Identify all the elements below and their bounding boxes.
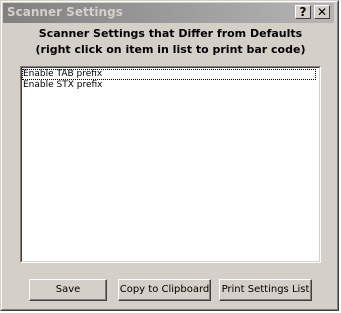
listbox-inner-border <box>21 67 320 262</box>
list-item-enable-tab-prefix[interactable]: Enable TAB prefix <box>22 69 316 80</box>
settings-listbox[interactable]: Enable TAB prefix Enable STX prefix <box>20 66 321 263</box>
question-mark-icon: ? <box>299 5 307 19</box>
save-button[interactable]: Save <box>29 279 107 301</box>
close-button[interactable]: ✕ <box>314 5 330 19</box>
help-button[interactable]: ? <box>295 5 311 19</box>
close-icon: ✕ <box>316 5 328 19</box>
header-title: Scanner Settings that Differ from Defaul… <box>38 27 303 40</box>
copy-to-clipboard-button[interactable]: Copy to Clipboard <box>118 279 211 301</box>
scanner-settings-dialog: Scanner Settings ? ✕ Scanner Settings th… <box>0 0 339 311</box>
print-settings-list-button[interactable]: Print Settings List <box>219 279 312 301</box>
title-bar[interactable]: Scanner Settings ? ✕ <box>3 3 334 23</box>
header-instructions: (right click on item in list to print ba… <box>35 43 306 56</box>
list-item-enable-stx-prefix[interactable]: Enable STX prefix <box>22 80 103 91</box>
window-title: Scanner Settings <box>7 5 123 19</box>
